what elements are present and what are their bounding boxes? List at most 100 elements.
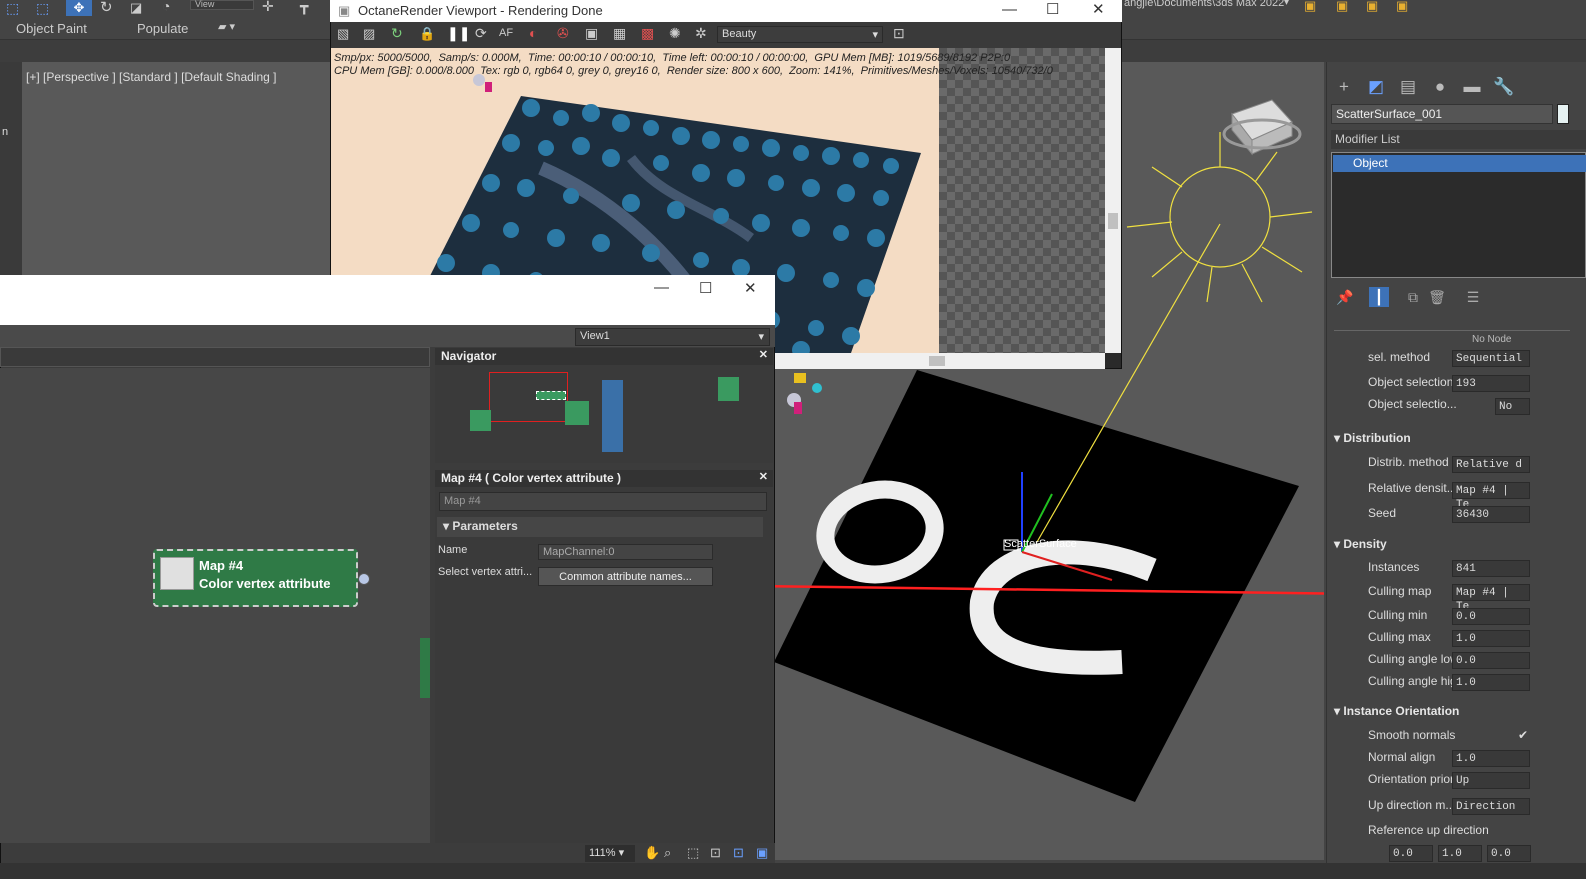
close-icon[interactable]: ✕ [759, 470, 768, 483]
zoom-region-icon[interactable]: ⬚ [687, 845, 699, 861]
zoom-extents-icon[interactable]: ⊡ [710, 845, 721, 861]
up-vector-y-spinner[interactable]: 1.0 [1438, 845, 1482, 862]
denoise-icon[interactable]: ✺ [669, 25, 681, 42]
up-direction-mode-dropdown[interactable]: Direction [1452, 798, 1530, 815]
close-icon[interactable]: ✕ [744, 279, 757, 297]
layer-icon[interactable]: ▣ [1336, 0, 1348, 14]
configure-sets-icon[interactable]: ☰ [1463, 287, 1483, 307]
tool-icon[interactable]: ▣ [1366, 0, 1378, 14]
lut-icon[interactable]: ▩ [641, 25, 654, 42]
reference-coord-select[interactable]: View [190, 0, 254, 10]
culling-angle-high-spinner[interactable]: 1.0 [1452, 674, 1530, 691]
af-icon[interactable]: AF [499, 27, 513, 39]
zoom-extents-selected-icon[interactable]: ⊡ [733, 845, 744, 861]
seed-spinner[interactable]: 36430 [1452, 506, 1530, 523]
sel-method-dropdown[interactable]: Sequential [1452, 350, 1530, 367]
tool2-icon[interactable]: ▣ [1396, 0, 1408, 14]
restart-render-icon[interactable]: ↻ [391, 25, 403, 42]
toggle-view-icon[interactable]: ▣ [756, 845, 768, 861]
minimize-icon[interactable]: — [1002, 1, 1017, 18]
path-dropdown-icon[interactable]: ▾ [1284, 0, 1289, 8]
utilities-tab-icon[interactable]: 🔧 [1491, 74, 1517, 100]
parameters-rollout-header[interactable]: ▾ Parameters [437, 517, 763, 537]
create-tab-icon[interactable]: + [1331, 74, 1357, 100]
scroll-thumb[interactable] [929, 356, 945, 366]
culling-min-spinner[interactable]: 0.0 [1452, 608, 1530, 625]
lock-icon[interactable]: 🔒 [419, 26, 435, 42]
copy-icon[interactable]: ▨ [363, 26, 375, 42]
view-select[interactable]: View1 ▾ [575, 328, 770, 346]
region-icon[interactable]: ▣ [585, 25, 598, 42]
render-vertical-scrollbar[interactable] [1105, 48, 1121, 353]
ribbon-options-icon[interactable]: ▰ ▾ [218, 20, 235, 33]
hierarchy-tab-icon[interactable]: ▤ [1395, 74, 1421, 100]
maximize-icon[interactable]: ☐ [1046, 0, 1059, 18]
object-color-swatch[interactable] [1557, 104, 1569, 124]
fit-view-icon[interactable]: ⊡ [893, 25, 905, 42]
render-pass-select[interactable]: Beauty ▾ [717, 26, 883, 43]
project-path[interactable]: angjie\Documents\3ds Max 2022 [1124, 0, 1284, 9]
navigator-panel[interactable] [435, 365, 773, 463]
param-label: sel. method [1368, 350, 1431, 364]
maximize-icon[interactable]: ☐ [699, 279, 712, 297]
settings-icon[interactable]: ✲ [695, 25, 707, 42]
up-vector-x-spinner[interactable]: 0.0 [1389, 845, 1433, 862]
relative-density-map-button[interactable]: Map #4 | Te [1452, 482, 1530, 511]
culling-angle-low-spinner[interactable]: 0.0 [1452, 652, 1530, 669]
pin-stack-icon[interactable]: 📌 [1335, 287, 1355, 307]
move-tool-icon[interactable]: ✥ [66, 0, 92, 16]
object-name-field[interactable]: ScatterSurface_001 [1331, 104, 1553, 124]
snap-icon[interactable]: ┳ [300, 0, 308, 15]
display-tab-icon[interactable]: ▬ [1459, 74, 1485, 100]
orientation-priority-dropdown[interactable]: Up [1452, 772, 1530, 789]
minimize-icon[interactable]: — [654, 279, 669, 296]
material-picker-icon[interactable]: ✇ [557, 25, 569, 42]
zoom-label: 111% [589, 847, 616, 859]
rotate-tool-icon[interactable]: ↻ [100, 0, 113, 16]
save-render-icon[interactable]: ▧ [337, 26, 349, 42]
film-icon[interactable]: ▦ [613, 25, 626, 42]
remove-modifier-icon[interactable]: 🗑 [1427, 287, 1447, 307]
culling-max-spinner[interactable]: 1.0 [1452, 630, 1530, 647]
close-icon[interactable]: ✕ [759, 348, 768, 361]
normal-align-spinner[interactable]: 1.0 [1452, 750, 1530, 767]
pause-icon[interactable]: ❚❚ [447, 25, 470, 42]
modifier-stack-item[interactable]: Object [1333, 155, 1586, 172]
up-vector-z-spinner[interactable]: 0.0 [1487, 845, 1531, 862]
distrib-method-dropdown[interactable]: Relative d [1452, 456, 1530, 473]
pan-icon[interactable]: ✋ [644, 845, 660, 861]
viewport-label[interactable]: [+] [Perspective ] [Standard ] [Default … [26, 70, 276, 84]
motion-tab-icon[interactable]: ● [1427, 74, 1453, 100]
scroll-thumb[interactable] [1108, 213, 1118, 229]
close-icon[interactable]: ✕ [1092, 0, 1105, 18]
smooth-normals-checkbox[interactable]: ✔ [1518, 728, 1528, 742]
object-selection-dropdown[interactable]: No [1495, 398, 1530, 415]
scene-explorer-icon[interactable]: ▣ [1304, 0, 1316, 14]
instances-spinner[interactable]: 841 [1452, 560, 1530, 577]
map-name-field[interactable]: Map #4 [439, 492, 767, 511]
ribbon-tab-populate[interactable]: Populate [137, 21, 188, 36]
zoom-icon[interactable]: ⌕ [664, 845, 671, 861]
ribbon-tab-object-paint[interactable]: Object Paint [16, 21, 87, 36]
culling-map-button[interactable]: Map #4 | Te [1452, 584, 1530, 613]
map-channel-name-field[interactable]: MapChannel:0 [538, 544, 713, 560]
partial-node[interactable] [420, 638, 430, 698]
distribution-header[interactable]: ▾ Distribution [1334, 431, 1411, 445]
make-unique-icon[interactable]: ⧉ [1403, 287, 1423, 307]
scale-tool-icon[interactable]: ◪ [130, 0, 142, 16]
pivot-icon[interactable]: ✛ [262, 0, 274, 15]
node-output-socket[interactable] [358, 573, 370, 585]
orientation-header[interactable]: ▾ Instance Orientation [1334, 704, 1459, 718]
select-tool-icon[interactable]: ⬚ [36, 0, 49, 17]
object-selection-spinner[interactable]: 193 [1452, 375, 1530, 392]
modifier-list-dropdown[interactable]: Modifier List [1331, 130, 1586, 149]
zoom-select[interactable]: 111% ▾ [585, 845, 635, 862]
color-picker-icon[interactable]: ◐ [529, 25, 537, 41]
modify-tab-icon[interactable]: ◩ [1363, 74, 1389, 100]
refresh-icon[interactable]: ⟳ [475, 25, 487, 42]
placement-icon[interactable]: ◔ [162, 0, 170, 14]
density-header[interactable]: ▾ Density [1334, 537, 1387, 551]
show-end-result-icon[interactable]: ┃ [1369, 287, 1389, 307]
common-attribute-names-button[interactable]: Common attribute names... [538, 567, 713, 586]
select-region-icon[interactable]: ⬚ [6, 0, 19, 17]
